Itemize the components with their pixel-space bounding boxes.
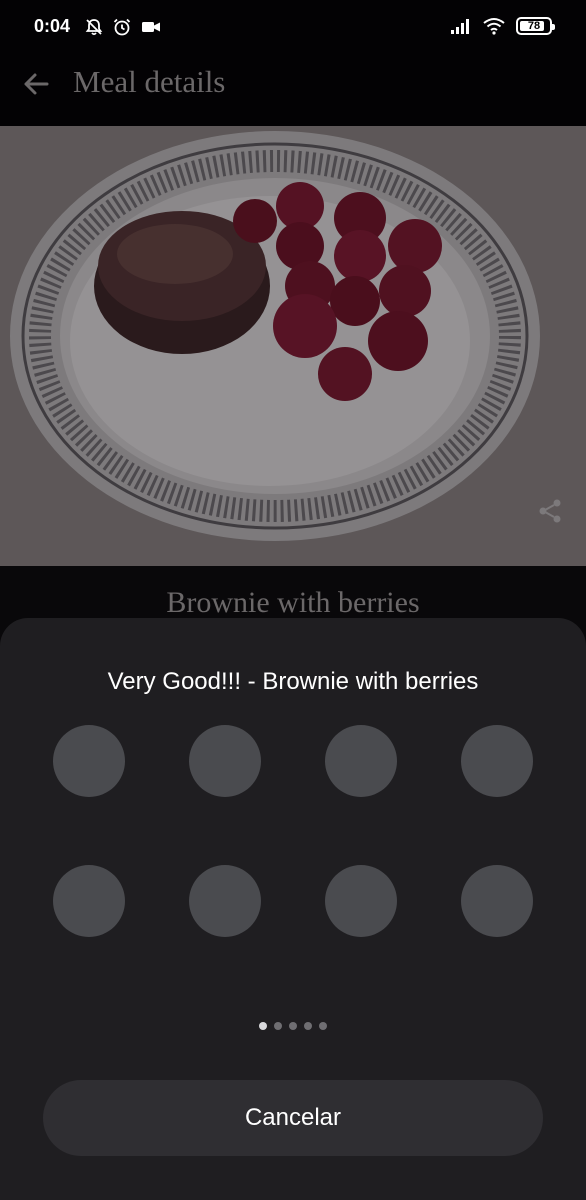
meal-photo-image (0, 126, 586, 566)
battery-icon: 78 (516, 17, 555, 35)
page-dot (304, 1022, 312, 1030)
video-camera-icon (142, 22, 160, 32)
page-indicator (0, 1022, 586, 1030)
arrow-left-icon (24, 73, 49, 95)
share-sheet-title: Very Good!!! - Brownie with berries (107, 668, 479, 695)
status-bar: 0:04 78 (0, 0, 586, 56)
signal-icon (451, 19, 469, 34)
cancel-button[interactable]: Cancelar (43, 1080, 543, 1156)
app-bar: Meal details (0, 56, 586, 126)
share-target[interactable] (53, 725, 125, 797)
page-title: Meal details (73, 64, 226, 99)
share-targets-grid (53, 725, 533, 937)
share-target[interactable] (53, 865, 125, 937)
status-icons-left (84, 17, 162, 37)
share-button[interactable] (534, 491, 566, 531)
share-icon (539, 499, 561, 523)
share-target[interactable] (461, 725, 533, 797)
page-dot (289, 1022, 297, 1030)
edit-button[interactable] (534, 561, 566, 566)
page-dot-active (259, 1022, 267, 1030)
photo-actions (534, 491, 566, 566)
share-target[interactable] (189, 865, 261, 937)
status-icons-right: 78 (450, 17, 555, 35)
wifi-icon (483, 18, 505, 35)
share-target[interactable] (325, 725, 397, 797)
back-button[interactable] (20, 68, 52, 100)
share-target[interactable] (325, 865, 397, 937)
share-target[interactable] (461, 865, 533, 937)
share-sheet: Very Good!!! - Brownie with berries Canc… (0, 618, 586, 1200)
meal-name: Brownie with berries (166, 586, 420, 619)
battery-level: 78 (527, 20, 541, 32)
bell-off-icon (85, 19, 103, 36)
page-dot (319, 1022, 327, 1030)
status-time: 0:04 (34, 16, 71, 36)
meal-photo (0, 126, 586, 566)
share-target[interactable] (189, 725, 261, 797)
page-dot (274, 1022, 282, 1030)
alarm-icon (113, 18, 131, 36)
